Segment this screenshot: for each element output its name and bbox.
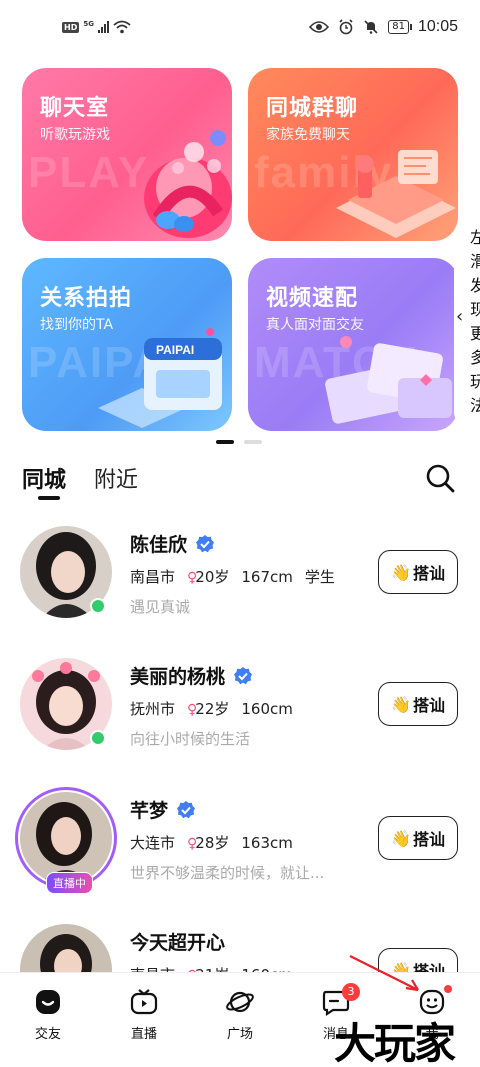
user-info: 大连市 ♀28岁 163cm <box>130 832 293 853</box>
hd-indicator: HD <box>62 21 80 33</box>
planet-icon <box>226 991 254 1013</box>
list-item[interactable]: 美丽的杨桃 抚州市 ♀22岁 160cm 向往小时候的生活 👋 搭讪 <box>0 658 480 790</box>
swipe-hint-text: 左滑发现更多玩法 <box>469 228 480 415</box>
tab-same-city[interactable]: 同城 <box>22 462 66 494</box>
avatar-photo <box>20 792 112 884</box>
user-city: 抚州市 <box>130 700 176 718</box>
wave-hand-icon: 👋 <box>391 562 411 582</box>
user-signature: 遇见真诚 <box>130 598 191 616</box>
user-signature: 世界不够温柔的时候，就让... <box>130 864 325 882</box>
user-age: 28岁 <box>195 834 230 852</box>
avatar[interactable] <box>20 526 112 618</box>
watermark-text: 大玩家 <box>334 1019 456 1067</box>
video-match-illustration <box>325 336 452 424</box>
card-video-match[interactable]: MATCH 视频速配 真人面对面交友 <box>248 258 458 431</box>
alarm-icon <box>339 19 353 35</box>
list-item[interactable]: 直播中 芊梦 大连市 ♀28岁 163cm 世界不够温柔的时候，就让... 👋 搭… <box>0 787 480 924</box>
tab-bar: 同城 附近 <box>22 460 462 504</box>
card-title: 聊天室 <box>40 96 110 121</box>
chevron-left-icon: ‹ <box>456 306 464 327</box>
user-job: 学生 <box>304 568 335 586</box>
user-name-row: 陈佳欣 <box>130 530 215 557</box>
verified-icon <box>196 534 215 552</box>
wave-hand-icon: 👋 <box>391 828 411 848</box>
user-city: 大连市 <box>130 834 176 852</box>
user-signature: 向往小时候的生活 <box>130 730 251 748</box>
nav-label: 直播 <box>130 1027 157 1042</box>
carousel-pager <box>216 440 262 444</box>
card-title: 关系拍拍 <box>40 286 133 311</box>
user-name-row: 美丽的杨桃 <box>130 662 253 689</box>
pager-dot <box>244 440 262 444</box>
clock: 10:05 <box>417 18 458 35</box>
paipai-label: PAIPAI <box>156 343 194 357</box>
status-bar: HD 5G 81 10:05 <box>0 0 480 60</box>
notification-dot <box>444 985 452 993</box>
user-name-row: 今天超开心 <box>130 928 225 955</box>
greet-button[interactable]: 👋搭讪 <box>378 816 458 860</box>
search-icon[interactable] <box>424 462 456 494</box>
greet-label: 搭讪 <box>412 830 445 849</box>
avatar[interactable]: 直播中 <box>15 787 117 894</box>
card-city-group[interactable]: family 同城群聊 家族免费聊天 <box>248 68 458 241</box>
verified-icon <box>177 800 196 818</box>
relationship-illustration: PAIPAI <box>98 328 222 428</box>
user-name: 美丽的杨桃 <box>130 666 226 688</box>
user-city: 南昌市 <box>130 568 176 586</box>
greet-button[interactable]: 👋搭讪 <box>378 550 458 594</box>
card-subtitle: 听歌玩游戏 <box>40 127 110 143</box>
tab-indicator <box>38 496 60 500</box>
wave-hand-icon: 👋 <box>391 694 411 714</box>
list-item[interactable]: 陈佳欣 南昌市 ♀20岁 167cm 学生 遇见真诚 👋 搭讪 <box>0 526 480 658</box>
user-height: 167cm <box>241 567 293 586</box>
avatar[interactable] <box>20 658 112 750</box>
user-name-row: 芊梦 <box>130 796 196 823</box>
tv-icon <box>130 989 158 1015</box>
friends-icon <box>36 990 60 1014</box>
user-info: 抚州市 ♀22岁 160cm <box>130 698 293 719</box>
battery-icon: 81 <box>388 20 412 34</box>
wifi-icon <box>113 20 131 34</box>
swipe-hint[interactable]: ‹ 左滑发现更多玩法 <box>454 218 480 428</box>
greet-button[interactable]: 👋搭讪 <box>378 682 458 726</box>
chatroom-illustration <box>144 130 232 238</box>
greet-label: 搭讪 <box>412 696 445 715</box>
user-info: 南昌市 ♀20岁 167cm 学生 <box>130 566 335 587</box>
nav-label: 广场 <box>226 1027 253 1042</box>
online-indicator <box>90 598 106 614</box>
user-name: 陈佳欣 <box>130 534 188 556</box>
user-age: 22岁 <box>195 700 230 718</box>
user-name: 芊梦 <box>130 800 169 822</box>
nav-friends[interactable]: 交友 <box>16 987 80 1042</box>
card-title: 视频速配 <box>266 286 359 311</box>
feature-cards: PLAY 聊天室 听歌玩游戏 family 同城群聊 家族免费聊天 PAIPAI… <box>22 68 480 433</box>
greet-label: 搭讪 <box>412 564 445 583</box>
live-badge: 直播中 <box>46 872 93 894</box>
user-age: 20岁 <box>195 568 230 586</box>
user-height: 163cm <box>241 833 293 852</box>
user-height: 160cm <box>241 699 293 718</box>
pager-dot-active <box>216 440 234 444</box>
verified-icon <box>234 666 253 684</box>
tab-nearby[interactable]: 附近 <box>94 462 138 494</box>
card-chatroom[interactable]: PLAY 聊天室 听歌玩游戏 <box>22 68 232 241</box>
status-right: 81 10:05 <box>309 18 458 36</box>
nav-live[interactable]: 直播 <box>112 987 176 1042</box>
card-title: 同城群聊 <box>266 96 359 121</box>
network-type: 5G <box>83 20 94 28</box>
signal-icon <box>97 21 109 33</box>
nav-square[interactable]: 广场 <box>208 987 272 1042</box>
online-indicator <box>90 730 106 746</box>
status-left: HD 5G <box>62 20 131 34</box>
card-relationship[interactable]: PAIPAI 关系拍拍 找到你的TA PAIPAI <box>22 258 232 431</box>
eye-icon <box>309 21 330 33</box>
annotation-arrow <box>349 955 419 992</box>
city-group-illustration <box>336 150 456 238</box>
nav-label: 交友 <box>34 1027 61 1042</box>
user-name: 今天超开心 <box>130 932 226 954</box>
mute-icon <box>364 20 378 34</box>
